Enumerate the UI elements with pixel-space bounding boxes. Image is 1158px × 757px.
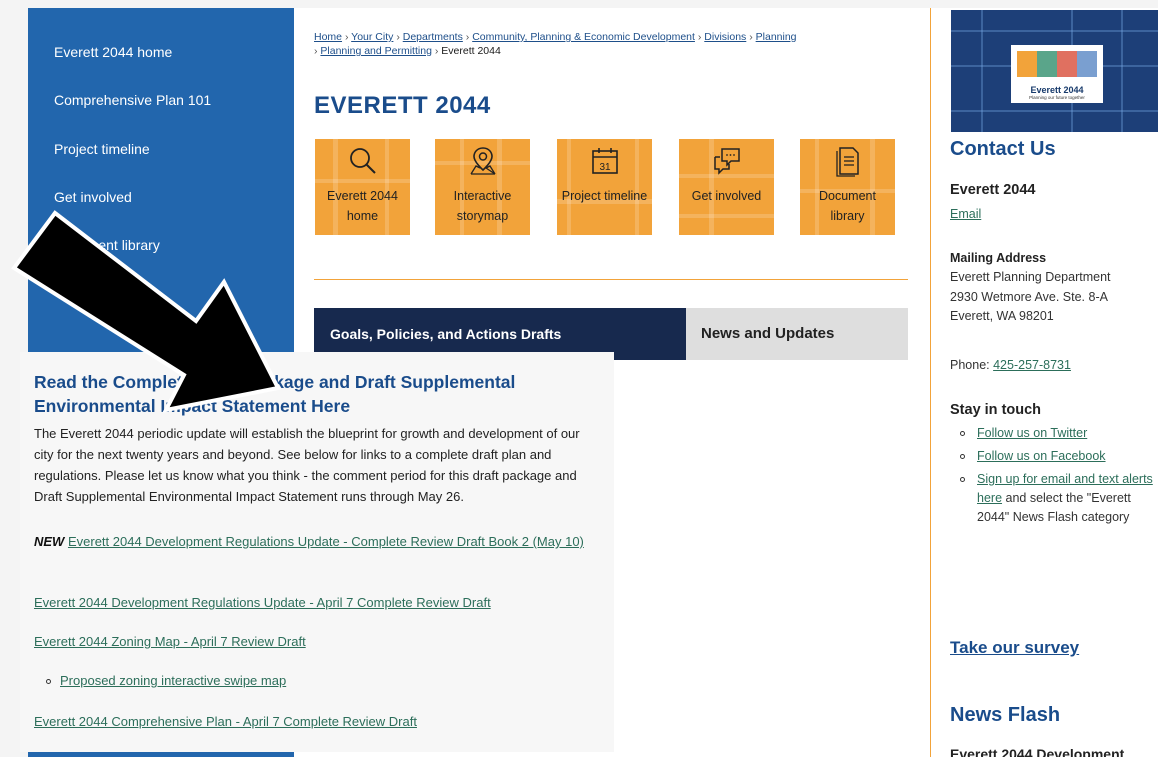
facebook-link[interactable]: Follow us on Facebook xyxy=(977,449,1106,463)
link-zoning-swipe-map[interactable]: Proposed zoning interactive swipe map xyxy=(60,673,286,688)
sidebar-item-comprehensive-plan[interactable]: Comprehensive Plan 101 xyxy=(54,92,211,108)
bullet-dot xyxy=(960,454,965,459)
address-line-3: Everett, WA 98201 xyxy=(950,309,1054,323)
tile-interactive-storymap[interactable]: Interactive storymap xyxy=(435,139,530,235)
phone-row: Phone: 425-257-8731 xyxy=(950,356,1150,376)
breadcrumb: Home › Your City › Departments › Communi… xyxy=(314,30,844,58)
draft-link-item: Everett 2044 Zoning Map - April 7 Review… xyxy=(34,631,594,652)
breadcrumb-home[interactable]: Home xyxy=(314,31,342,43)
breadcrumb-departments[interactable]: Departments xyxy=(403,31,463,43)
tile-project-timeline[interactable]: 31 Project timeline xyxy=(557,139,652,235)
tile-label: Document library xyxy=(819,189,876,223)
everett-2044-logo: Everett 2044 Planning our future togethe… xyxy=(1011,45,1103,103)
breadcrumb-separator: › xyxy=(344,31,349,43)
logo-title: Everett 2044 xyxy=(1030,85,1084,95)
take-survey-link[interactable]: Take our survey xyxy=(950,638,1079,658)
tile-get-involved[interactable]: Get involved xyxy=(679,139,774,235)
breadcrumb-separator: › xyxy=(749,31,753,43)
contact-heading: Contact Us xyxy=(950,138,1056,160)
address-line-1: Everett Planning Department xyxy=(950,270,1111,284)
phone-label: Phone: xyxy=(950,358,990,372)
link-dev-regs-book-2[interactable]: Everett 2044 Development Regulations Upd… xyxy=(68,534,584,549)
breadcrumb-cped[interactable]: Community, Planning & Economic Developme… xyxy=(472,31,695,43)
link-dev-regs-april-7[interactable]: Everett 2044 Development Regulations Upd… xyxy=(34,595,491,610)
bullet-dot xyxy=(960,477,965,482)
logo-tagline: Planning our future together xyxy=(1029,95,1085,100)
sidebar-item-document-library[interactable]: Document library xyxy=(54,237,160,253)
phone-link[interactable]: 425-257-8731 xyxy=(993,358,1071,372)
breadcrumb-separator: › xyxy=(314,45,318,57)
search-icon xyxy=(350,148,376,174)
list-item: Sign up for email and text alerts here a… xyxy=(960,470,1155,527)
stay-in-touch-list: Follow us on Twitter Follow us on Facebo… xyxy=(960,424,1155,531)
list-item: Follow us on Facebook xyxy=(960,447,1155,466)
tile-label: Interactive storymap xyxy=(453,189,512,223)
new-tag: NEW xyxy=(34,534,65,549)
link-comprehensive-plan[interactable]: Everett 2044 Comprehensive Plan - April … xyxy=(34,714,417,729)
section-body: The Everett 2044 periodic update will es… xyxy=(34,426,580,504)
email-link[interactable]: Email xyxy=(950,207,981,221)
bullet-dot xyxy=(46,679,51,685)
breadcrumb-separator: › xyxy=(697,31,702,43)
tab-news-updates[interactable]: News and Updates xyxy=(686,308,908,360)
section-title: Read the Complete Draft Package and Draf… xyxy=(34,372,516,416)
news-flash-heading: News Flash xyxy=(950,704,1061,726)
map-pin-icon xyxy=(470,147,496,175)
everett-2044-banner[interactable]: Everett 2044 Planning our future togethe… xyxy=(951,10,1158,132)
breadcrumb-planning[interactable]: Planning xyxy=(756,31,797,43)
sidebar-item-timeline[interactable]: Project timeline xyxy=(54,141,150,157)
tile-label: Everett 2044 home xyxy=(327,189,398,223)
draft-link-item: NEW Everett 2044 Development Regulations… xyxy=(34,531,594,552)
breadcrumb-current: Everett 2044 xyxy=(441,45,501,57)
breadcrumb-separator: › xyxy=(396,31,400,43)
breadcrumb-planning-permitting[interactable]: Planning and Permitting xyxy=(320,45,432,57)
contact-email-row: Email xyxy=(950,205,1150,225)
tile-label: Project timeline xyxy=(561,189,648,203)
breadcrumb-your-city[interactable]: Your City xyxy=(351,31,393,43)
link-zoning-map[interactable]: Everett 2044 Zoning Map - April 7 Review… xyxy=(34,634,306,649)
calendar-day-text: 31 xyxy=(599,162,611,173)
page-root: Everett 2044 home Comprehensive Plan 101… xyxy=(0,0,1158,757)
tile-everett-home[interactable]: Everett 2044 home xyxy=(315,139,410,235)
breadcrumb-divisions[interactable]: Divisions xyxy=(704,31,746,43)
chat-bubbles-icon xyxy=(714,148,740,175)
stay-in-touch-heading: Stay in touch xyxy=(950,402,1042,418)
sidebar-item-get-involved[interactable]: Get involved xyxy=(54,189,132,205)
breadcrumb-separator: › xyxy=(465,31,470,43)
news-flash-item[interactable]: Everett 2044 Development xyxy=(950,746,1124,757)
list-item: Follow us on Twitter xyxy=(960,424,1155,443)
calendar-icon: 31 xyxy=(592,148,618,174)
draft-link-item: Everett 2044 Development Regulations Upd… xyxy=(34,592,594,613)
bullet-dot xyxy=(960,431,965,436)
contact-name: Everett 2044 xyxy=(950,182,1036,198)
tile-document-library[interactable]: Document library xyxy=(800,139,895,235)
breadcrumb-separator: › xyxy=(434,45,439,57)
twitter-link[interactable]: Follow us on Twitter xyxy=(977,426,1087,440)
sidebar-item-home[interactable]: Everett 2044 home xyxy=(54,44,172,60)
tile-label: Get involved xyxy=(691,189,762,203)
draft-link-item: Everett 2044 Comprehensive Plan - April … xyxy=(34,711,594,732)
sub-link-item: Proposed zoning interactive swipe map xyxy=(46,673,286,688)
section-divider xyxy=(314,279,908,280)
address-line-2: 2930 Wetmore Ave. Ste. 8-A xyxy=(950,290,1108,304)
page-title: EVERETT 2044 xyxy=(314,92,491,119)
document-icon xyxy=(836,147,859,177)
mailing-label: Mailing Address xyxy=(950,251,1047,265)
